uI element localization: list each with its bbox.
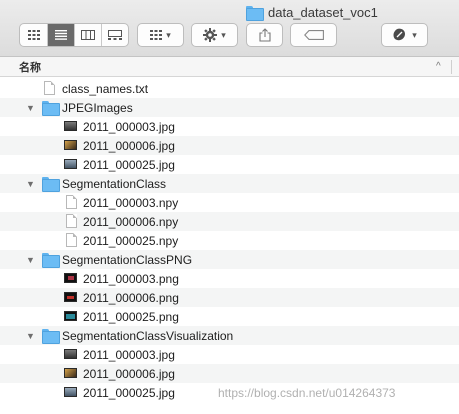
- dropbox-icon: [393, 28, 406, 41]
- folder-icon: [246, 5, 264, 21]
- window-title: data_dataset_voc1: [246, 2, 378, 22]
- window-title-text: data_dataset_voc1: [268, 4, 378, 20]
- gallery-view-button[interactable]: [101, 24, 128, 46]
- group-grid-icon: [150, 30, 163, 40]
- file-name: 2011_000025.npy: [83, 233, 179, 248]
- file-name: 2011_000003.png: [83, 271, 179, 286]
- file-row[interactable]: 2011_000003.jpg: [0, 117, 459, 136]
- file-name: 2011_000025.png: [83, 309, 179, 324]
- file-name: 2011_000003.jpg: [83, 119, 175, 134]
- action-menu-button[interactable]: ▾: [191, 23, 238, 47]
- column-view-button[interactable]: [74, 24, 101, 46]
- image-thumbnail-icon: [64, 368, 77, 378]
- file-row[interactable]: 2011_000006.jpg: [0, 364, 459, 383]
- file-row[interactable]: 2011_000003.npy: [0, 193, 459, 212]
- icon-view-button[interactable]: [20, 24, 47, 46]
- folder-icon: [42, 101, 60, 116]
- file-row[interactable]: 2011_000003.png: [0, 269, 459, 288]
- disclosure-triangle-icon[interactable]: ▼: [26, 331, 35, 341]
- column-header: 名称 ^: [0, 57, 459, 77]
- file-name: 2011_000006.png: [83, 290, 179, 305]
- file-row[interactable]: 2011_000025.npy: [0, 231, 459, 250]
- image-thumbnail-icon: [64, 140, 77, 150]
- document-icon: [44, 81, 55, 95]
- sort-indicator-icon: ^: [436, 61, 441, 72]
- file-name: 2011_000025.jpg: [83, 157, 175, 172]
- document-icon: [66, 214, 77, 228]
- file-name: 2011_000006.npy: [83, 214, 179, 229]
- icon-view-icon: [27, 30, 40, 40]
- file-row[interactable]: 2011_000006.jpg: [0, 136, 459, 155]
- view-mode-selector: [19, 23, 129, 47]
- name-column-header[interactable]: 名称: [19, 59, 41, 75]
- file-name: JPEGImages: [62, 100, 133, 115]
- column-view-icon: [81, 30, 95, 40]
- finder-toolbar: data_dataset_voc1 ▾ ▾ ▾: [0, 0, 459, 57]
- file-name: class_names.txt: [62, 81, 149, 96]
- document-icon: [66, 233, 77, 247]
- file-row[interactable]: 2011_000006.npy: [0, 212, 459, 231]
- share-button[interactable]: [246, 23, 283, 47]
- file-name: SegmentationClassPNG: [62, 252, 193, 267]
- document-icon: [66, 195, 77, 209]
- file-name: 2011_000006.jpg: [83, 138, 175, 153]
- folder-row[interactable]: ▼ SegmentationClass: [0, 174, 459, 193]
- file-list: class_names.txt ▼ JPEGImages 2011_000003.jp…: [0, 79, 459, 402]
- dropbox-button[interactable]: ▾: [381, 23, 428, 47]
- file-row[interactable]: 2011_000006.png: [0, 288, 459, 307]
- chevron-down-icon: ▾: [412, 29, 417, 40]
- disclosure-triangle-icon[interactable]: ▼: [26, 179, 35, 189]
- watermark: https://blog.csdn.net/u014264373: [218, 386, 396, 400]
- file-row[interactable]: class_names.txt: [0, 79, 459, 98]
- tag-icon: [303, 30, 324, 40]
- image-thumbnail-icon: [64, 121, 77, 131]
- list-view-icon: [55, 30, 67, 40]
- file-row[interactable]: 2011_000025.jpg: [0, 155, 459, 174]
- folder-row[interactable]: ▼ SegmentationClassPNG: [0, 250, 459, 269]
- disclosure-triangle-icon[interactable]: ▼: [26, 255, 35, 265]
- gear-icon: [203, 28, 218, 42]
- folder-icon: [42, 253, 60, 268]
- file-row[interactable]: 2011_000025.png: [0, 307, 459, 326]
- column-divider: [451, 60, 452, 74]
- file-name: 2011_000003.npy: [83, 195, 179, 210]
- folder-icon: [42, 177, 60, 192]
- image-thumbnail-icon: [64, 159, 77, 169]
- chevron-down-icon: ▾: [221, 29, 226, 40]
- file-name: SegmentationClassVisualization: [62, 328, 234, 343]
- disclosure-triangle-icon[interactable]: ▼: [26, 103, 35, 113]
- image-thumbnail-icon: [64, 387, 77, 397]
- folder-icon: [42, 329, 60, 344]
- folder-row[interactable]: ▼ JPEGImages: [0, 98, 459, 117]
- list-view-button[interactable]: [47, 24, 74, 46]
- file-name: 2011_000006.jpg: [83, 366, 175, 381]
- file-name: 2011_000003.jpg: [83, 347, 175, 362]
- image-thumbnail-icon: [64, 273, 77, 283]
- image-thumbnail-icon: [64, 311, 77, 321]
- folder-row[interactable]: ▼ SegmentationClassVisualization: [0, 326, 459, 345]
- image-thumbnail-icon: [64, 349, 77, 359]
- gallery-view-icon: [108, 30, 122, 40]
- chevron-down-icon: ▾: [166, 29, 171, 40]
- group-by-button[interactable]: ▾: [137, 23, 184, 47]
- file-row[interactable]: 2011_000003.jpg: [0, 345, 459, 364]
- share-icon: [258, 28, 271, 42]
- tag-button[interactable]: [290, 23, 337, 47]
- image-thumbnail-icon: [64, 292, 77, 302]
- file-name: SegmentationClass: [62, 176, 167, 191]
- file-name: 2011_000025.jpg: [83, 385, 175, 400]
